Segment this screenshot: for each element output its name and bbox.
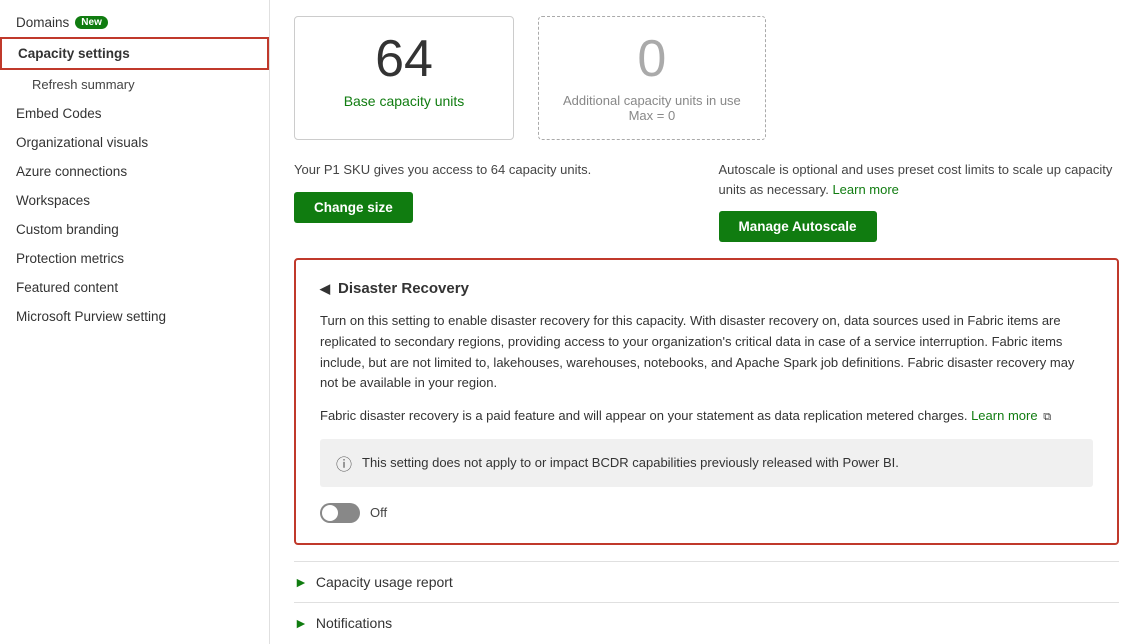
external-link-icon: ⧉: [1043, 411, 1051, 423]
sku-description-text: Your P1 SKU gives you access to 64 capac…: [294, 160, 695, 180]
sidebar-item-label-featured-content: Featured content: [16, 280, 118, 295]
notifications-section[interactable]: ► Notifications: [294, 602, 1119, 643]
sidebar-item-refresh-summary[interactable]: Refresh summary: [0, 70, 269, 99]
disaster-recovery-section: ◀ Disaster Recovery Turn on this setting…: [294, 258, 1119, 545]
sidebar: Domains New Capacity settings Refresh summa…: [0, 0, 270, 644]
sidebar-item-organizational-visuals[interactable]: Organizational visuals: [0, 128, 269, 157]
sidebar-item-capacity-settings[interactable]: Capacity settings: [0, 37, 269, 70]
sku-description-col: Your P1 SKU gives you access to 64 capac…: [294, 160, 695, 242]
sidebar-item-custom-branding[interactable]: Custom branding: [0, 215, 269, 244]
additional-capacity-number: 0: [563, 33, 741, 85]
base-capacity-card: 64 Base capacity units: [294, 16, 514, 140]
autoscale-description-col: Autoscale is optional and uses preset co…: [719, 160, 1120, 242]
sidebar-item-label-capacity-settings: Capacity settings: [18, 46, 130, 61]
badge-domains: New: [75, 16, 108, 29]
notifications-label: Notifications: [316, 615, 392, 631]
sidebar-item-domains[interactable]: Domains New: [0, 8, 269, 37]
manage-autoscale-button[interactable]: Manage Autoscale: [719, 211, 877, 242]
disaster-recovery-title: ◀ Disaster Recovery: [320, 280, 1093, 297]
sidebar-item-azure-connections[interactable]: Azure connections: [0, 157, 269, 186]
autoscale-learn-more-link[interactable]: Learn more: [832, 182, 898, 197]
additional-capacity-card: 0 Additional capacity units in use Max =…: [538, 16, 766, 140]
capacity-usage-chevron-icon: ►: [294, 574, 308, 590]
base-capacity-number: 64: [319, 33, 489, 85]
sidebar-item-featured-content[interactable]: Featured content: [0, 273, 269, 302]
description-row: Your P1 SKU gives you access to 64 capac…: [294, 160, 1119, 242]
sidebar-item-embed-codes[interactable]: Embed Codes: [0, 99, 269, 128]
info-icon: ⓘ: [336, 451, 352, 475]
sidebar-item-label-domains: Domains: [16, 15, 69, 30]
disaster-recovery-info-text: This setting does not apply to or impact…: [362, 455, 899, 470]
base-capacity-label: Base capacity units: [319, 93, 489, 109]
disaster-recovery-para1: Turn on this setting to enable disaster …: [320, 311, 1093, 394]
disaster-recovery-learn-more-link[interactable]: Learn more: [971, 408, 1037, 423]
sidebar-item-label-refresh-summary: Refresh summary: [32, 77, 135, 92]
capacity-usage-report-section[interactable]: ► Capacity usage report: [294, 561, 1119, 602]
sidebar-item-workspaces[interactable]: Workspaces: [0, 186, 269, 215]
disaster-recovery-para2: Fabric disaster recovery is a paid featu…: [320, 406, 1093, 427]
disaster-recovery-toggle-label: Off: [370, 505, 387, 520]
sidebar-item-microsoft-purview[interactable]: Microsoft Purview setting: [0, 302, 269, 331]
additional-capacity-label: Additional capacity units in use Max = 0: [563, 93, 741, 123]
autoscale-description-text: Autoscale is optional and uses preset co…: [719, 160, 1120, 199]
main-content: 64 Base capacity units 0 Additional capa…: [270, 0, 1143, 644]
sidebar-item-label-embed-codes: Embed Codes: [16, 106, 102, 121]
sidebar-item-label-protection-metrics: Protection metrics: [16, 251, 124, 266]
capacity-usage-report-label: Capacity usage report: [316, 574, 453, 590]
triangle-icon: ◀: [320, 281, 330, 297]
change-size-button[interactable]: Change size: [294, 192, 413, 223]
capacity-cards-row: 64 Base capacity units 0 Additional capa…: [294, 16, 1119, 140]
sidebar-item-protection-metrics[interactable]: Protection metrics: [0, 244, 269, 273]
sidebar-item-label-custom-branding: Custom branding: [16, 222, 119, 237]
notifications-chevron-icon: ►: [294, 615, 308, 631]
disaster-recovery-toggle[interactable]: [320, 503, 360, 523]
sidebar-item-label-microsoft-purview: Microsoft Purview setting: [16, 309, 166, 324]
sidebar-item-label-workspaces: Workspaces: [16, 193, 90, 208]
sidebar-item-label-azure-connections: Azure connections: [16, 164, 127, 179]
disaster-recovery-toggle-row: Off: [320, 503, 1093, 523]
disaster-recovery-info-box: ⓘ This setting does not apply to or impa…: [320, 439, 1093, 487]
disaster-recovery-body: Turn on this setting to enable disaster …: [320, 311, 1093, 523]
sidebar-item-label-organizational-visuals: Organizational visuals: [16, 135, 148, 150]
